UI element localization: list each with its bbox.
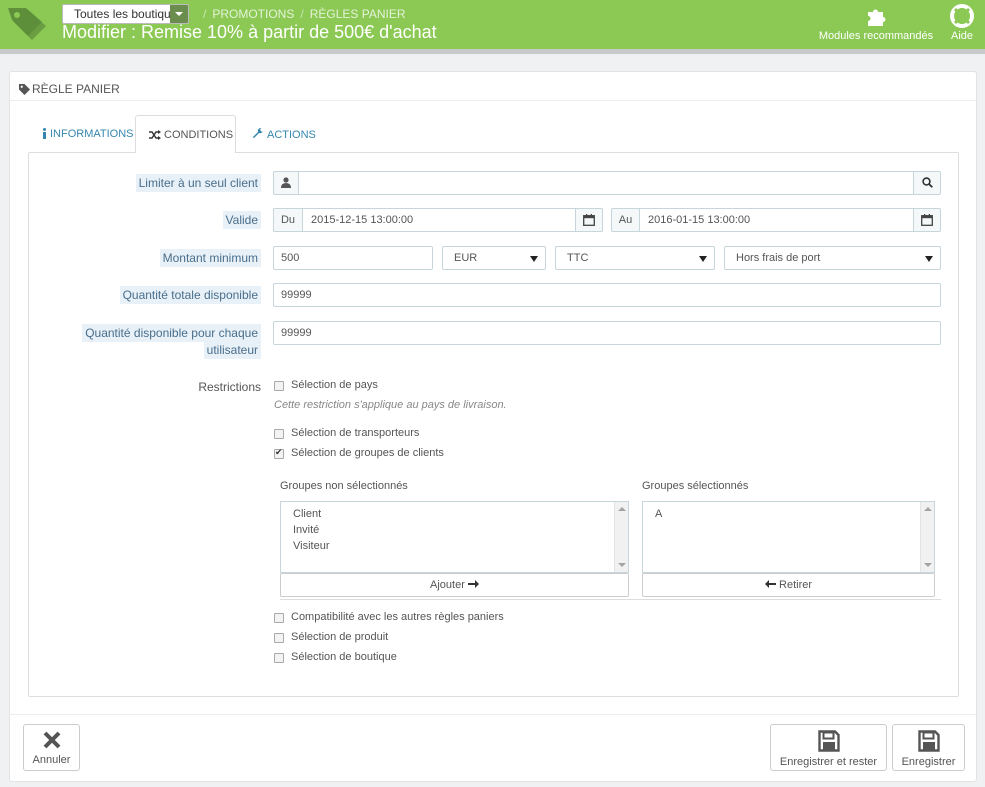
info-icon xyxy=(43,128,46,139)
shuffle-icon xyxy=(149,130,161,140)
shipping-select[interactable]: Hors frais de port xyxy=(724,246,941,270)
selected-groups-title: Groupes sélectionnés xyxy=(642,480,749,492)
search-icon xyxy=(921,177,933,188)
compat-restriction-checkbox[interactable] xyxy=(274,613,284,623)
valid-label: Valide xyxy=(222,211,261,229)
breadcrumb-regles-panier[interactable]: RÈGLES PANIER xyxy=(310,7,406,21)
add-group-label: Ajouter xyxy=(430,579,465,591)
help-label: Aide xyxy=(950,30,974,42)
heading-divider xyxy=(10,100,976,101)
floppy-disk-icon xyxy=(917,730,940,752)
tab-conditions[interactable]: CONDITIONS xyxy=(135,115,236,153)
lifebuoy-icon xyxy=(950,4,974,28)
product-restriction-label: Sélection de produit xyxy=(291,631,389,643)
list-item[interactable]: A xyxy=(655,506,662,522)
page-title: Modifier : Remise 10% à partir de 500€ d… xyxy=(62,22,437,42)
client-label: Limiter à un seul client xyxy=(135,174,261,192)
cancel-button[interactable]: Annuler xyxy=(23,724,80,771)
remove-group-button[interactable]: Retirer xyxy=(642,573,935,597)
shop-restriction-checkbox[interactable] xyxy=(274,653,284,663)
user-qty-input[interactable]: 99999 xyxy=(273,321,941,345)
breadcrumb-promotions[interactable]: PROMOTIONS xyxy=(212,7,294,21)
min-amount-label: Montant minimum xyxy=(159,249,261,267)
wrench-icon xyxy=(253,127,263,138)
add-group-button[interactable]: Ajouter xyxy=(280,573,629,597)
to-prefix: Au xyxy=(611,208,640,232)
tag-logo-icon xyxy=(8,8,46,40)
scrollbar[interactable] xyxy=(614,502,628,572)
header-divider xyxy=(0,49,985,54)
carrier-restriction-checkbox[interactable] xyxy=(274,429,284,439)
min-amount-input[interactable]: 500 xyxy=(273,246,433,270)
shop-select-value: Toutes les boutiques xyxy=(74,7,184,21)
panel-heading-label: RÈGLE PANIER xyxy=(32,82,120,96)
calendar-icon xyxy=(921,214,933,226)
save-label: Enregistrer xyxy=(901,756,956,768)
save-and-stay-button[interactable]: Enregistrer et rester xyxy=(770,724,887,771)
cancel-label: Annuler xyxy=(32,754,71,766)
tab-informations[interactable]: INFORMATIONS xyxy=(42,115,134,153)
user-icon xyxy=(273,171,299,195)
group-divider xyxy=(280,599,941,600)
carrier-restriction-label: Sélection de transporteurs xyxy=(291,427,420,439)
total-qty-label: Quantité totale disponible xyxy=(119,286,261,304)
group-restriction-label: Sélection de groupes de clients xyxy=(291,447,444,459)
shop-select[interactable]: Toutes les boutiques xyxy=(62,4,189,24)
date-to-calendar-button[interactable] xyxy=(913,208,941,232)
from-prefix: Du xyxy=(273,208,303,232)
list-item[interactable]: Invité xyxy=(293,522,329,538)
client-search-button[interactable] xyxy=(913,171,941,195)
unselected-groups-title: Groupes non sélectionnés xyxy=(280,480,408,492)
tab-actions[interactable]: ACTIONS xyxy=(252,115,322,153)
help-button[interactable]: Aide xyxy=(945,4,979,42)
recommended-modules-label: Modules recommandés xyxy=(818,30,934,42)
panel-heading: RÈGLE PANIER xyxy=(19,82,120,96)
date-to-input[interactable]: 2016-01-15 13:00:00 xyxy=(639,208,914,232)
user-qty-label: Quantité disponible pour chaque utilisat… xyxy=(82,324,261,359)
save-button[interactable]: Enregistrer xyxy=(892,724,965,771)
unselected-groups-list[interactable]: Client Invité Visiteur xyxy=(280,501,629,573)
save-and-stay-label: Enregistrer et rester xyxy=(779,756,878,768)
shop-restriction-label: Sélection de boutique xyxy=(291,651,397,663)
footer-divider xyxy=(10,714,976,715)
list-item[interactable]: Visiteur xyxy=(293,538,329,554)
arrow-left-icon xyxy=(764,580,776,588)
top-header: Toutes les boutiques / PROMOTIONS / RÈGLES … xyxy=(0,0,985,49)
recommended-modules-button[interactable]: Modules recommandés xyxy=(816,4,936,42)
tag-icon xyxy=(19,84,30,95)
date-from-input[interactable]: 2015-12-15 13:00:00 xyxy=(302,208,576,232)
close-icon xyxy=(43,731,60,749)
total-qty-input[interactable]: 99999 xyxy=(273,283,941,307)
chevron-down-icon xyxy=(170,5,188,23)
list-item[interactable]: Client xyxy=(293,506,329,522)
country-restriction-label: Sélection de pays xyxy=(291,379,378,391)
compat-restriction-label: Compatibilité avec les autres règles pan… xyxy=(291,611,504,623)
conditions-form: Limiter à un seul client Valide Du 2015-… xyxy=(28,152,959,697)
puzzle-icon xyxy=(868,9,886,26)
tab-actions-label: ACTIONS xyxy=(267,129,316,141)
date-from-calendar-button[interactable] xyxy=(575,208,603,232)
client-search-input[interactable] xyxy=(298,171,914,195)
tax-select[interactable]: TTC xyxy=(555,246,715,270)
cart-rule-panel: RÈGLE PANIER INFORMATIONS CONDITIONS ACT… xyxy=(9,71,977,782)
tab-conditions-label: CONDITIONS xyxy=(164,129,234,141)
floppy-disk-icon xyxy=(817,730,840,752)
tab-informations-label: INFORMATIONS xyxy=(50,128,134,140)
remove-group-label: Retirer xyxy=(779,579,813,591)
country-restriction-help: Cette restriction s'applique au pays de … xyxy=(274,399,507,411)
selected-groups-list[interactable]: A xyxy=(642,501,935,573)
currency-select[interactable]: EUR xyxy=(442,246,546,270)
restrictions-label: Restrictions xyxy=(198,380,261,394)
calendar-icon xyxy=(583,214,595,226)
user-qty-label-line-1: Quantité disponible pour chaque xyxy=(82,324,261,342)
product-restriction-checkbox[interactable] xyxy=(274,633,284,643)
breadcrumb: / PROMOTIONS / RÈGLES PANIER xyxy=(203,7,406,21)
scrollbar[interactable] xyxy=(920,502,934,572)
user-qty-label-line-2: utilisateur xyxy=(203,341,261,359)
arrow-right-icon xyxy=(467,580,479,588)
country-restriction-checkbox[interactable] xyxy=(274,381,284,391)
group-restriction-checkbox[interactable] xyxy=(274,447,284,459)
